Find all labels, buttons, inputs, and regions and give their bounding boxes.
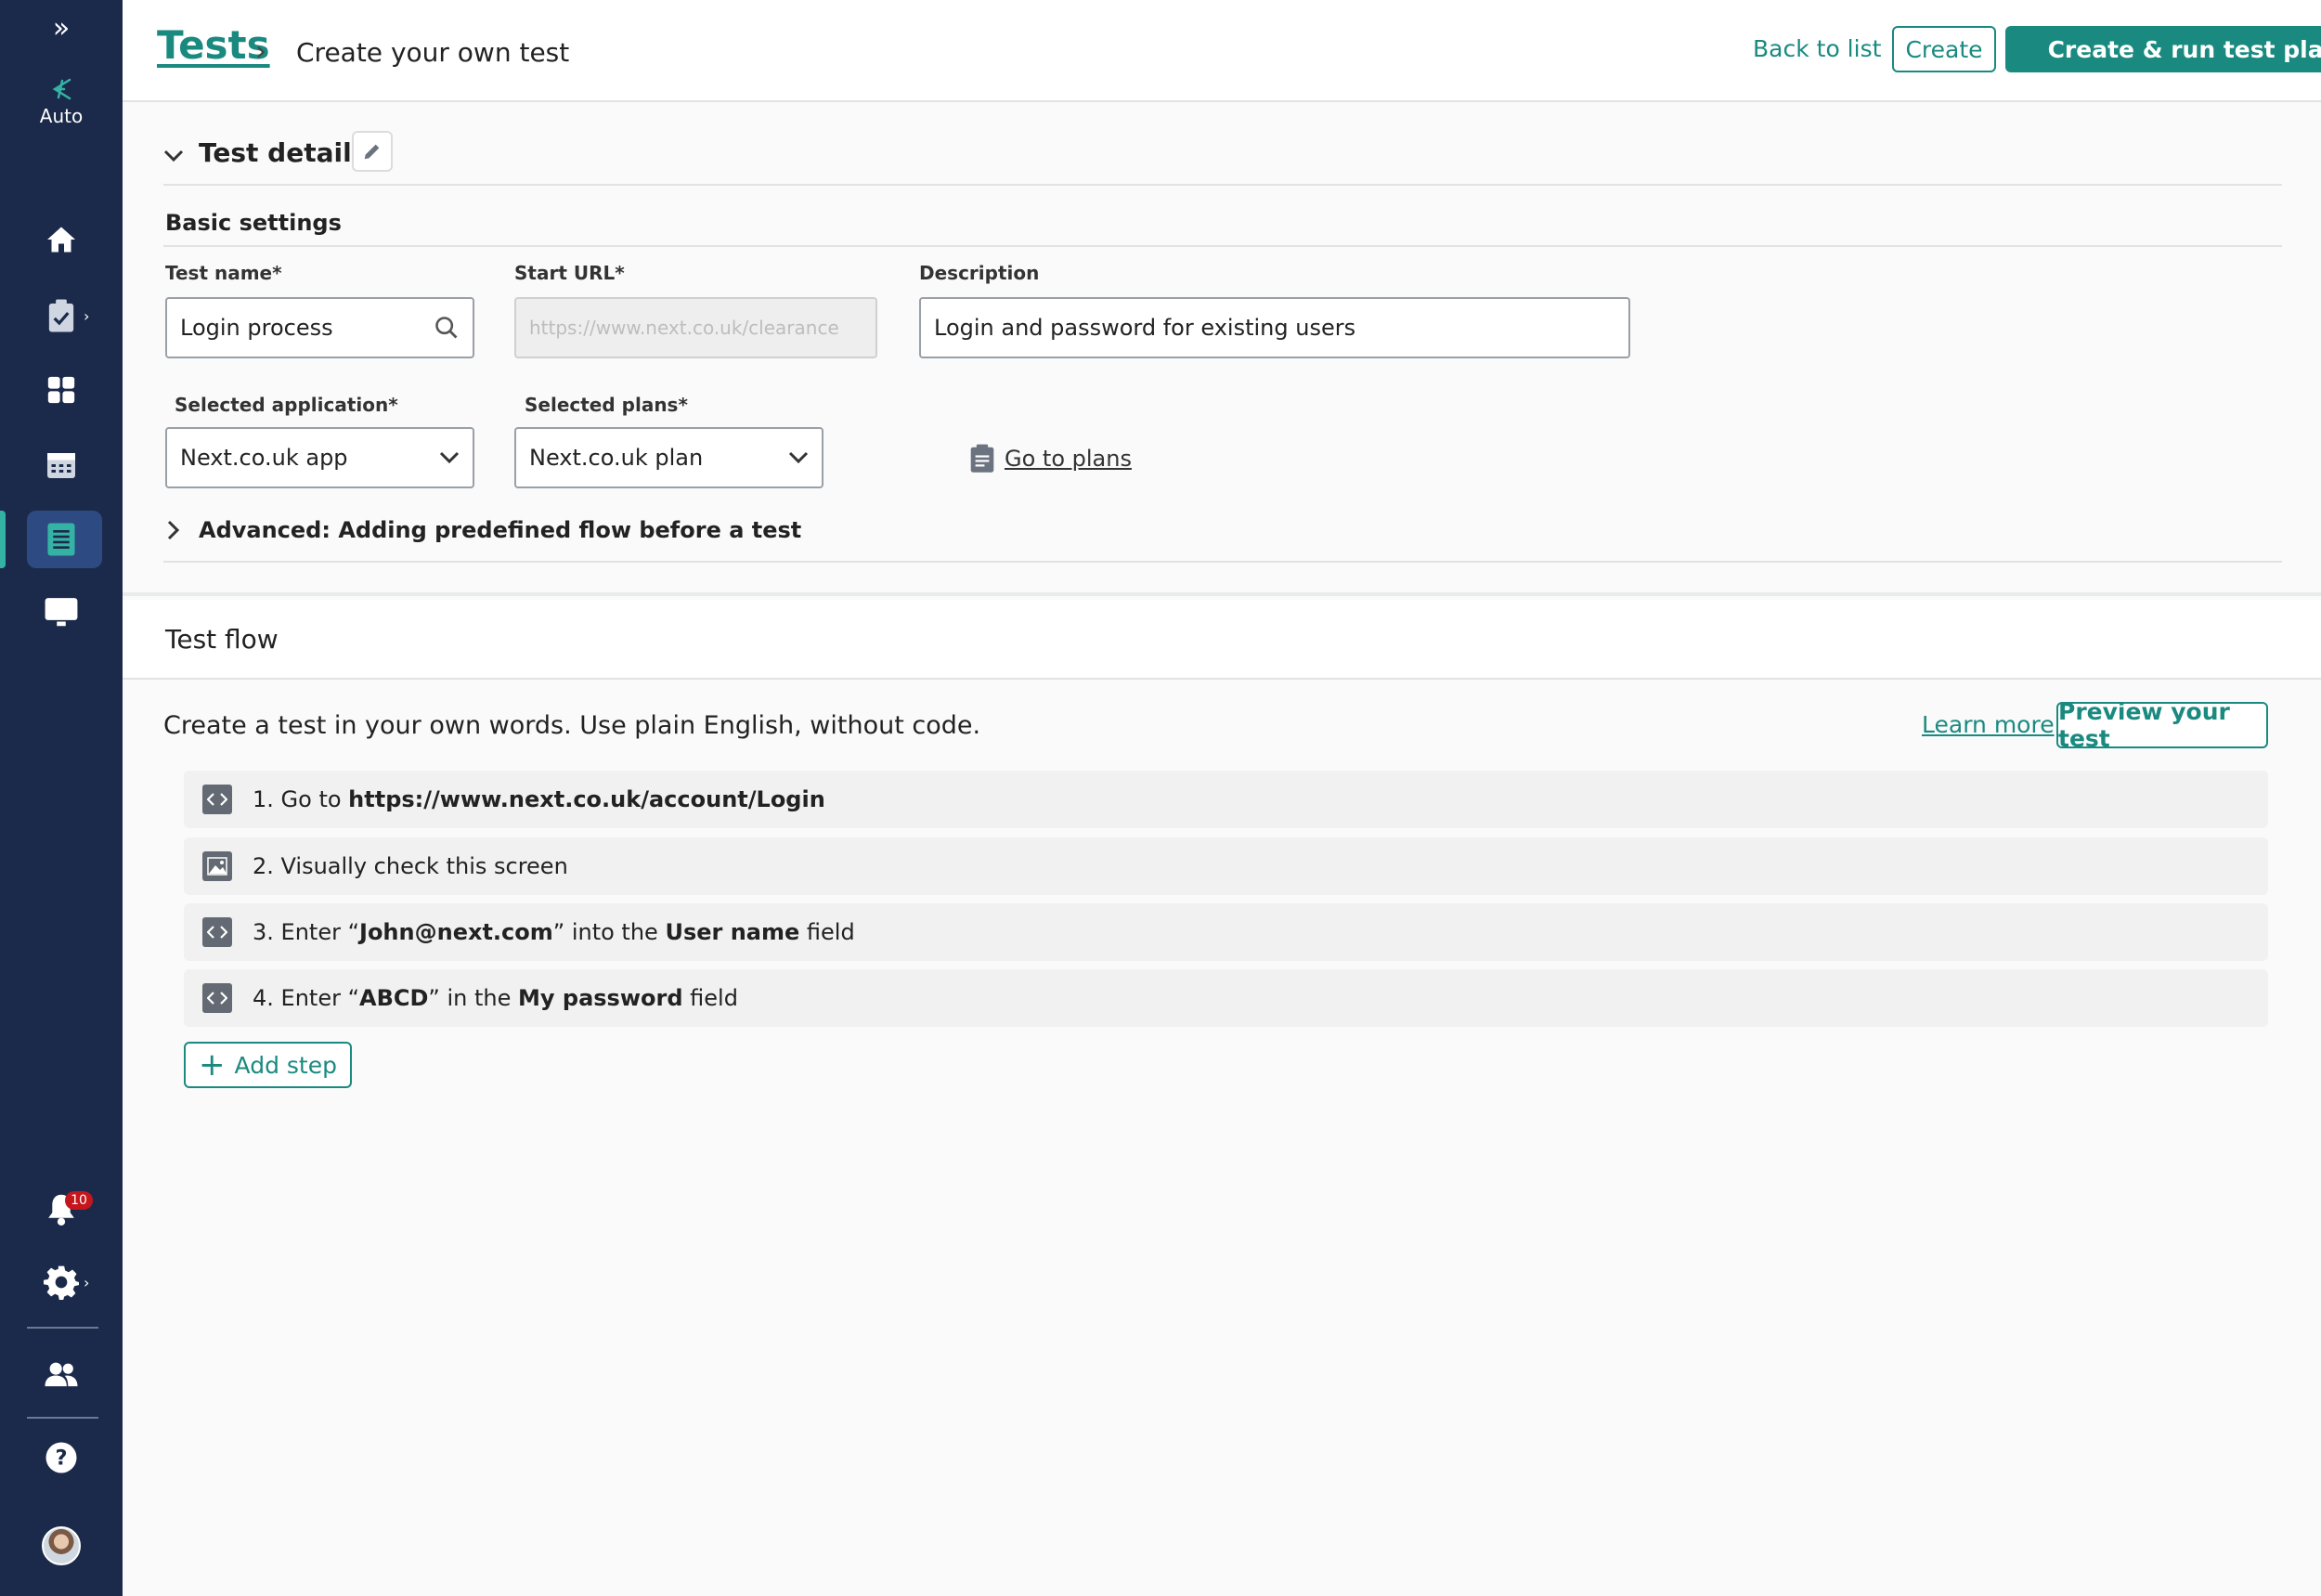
test-details-panel: Test details: Basic settings Test name* …: [123, 102, 2321, 596]
plus-icon: +: [199, 1046, 226, 1083]
sidebar-item-notifications[interactable]: [0, 1181, 123, 1237]
breadcrumb-tests-link[interactable]: Tests: [157, 22, 270, 68]
users-icon: [45, 1362, 78, 1387]
help-icon: ?: [45, 1442, 77, 1473]
search-icon: [435, 317, 458, 339]
selected-application-select[interactable]: Next.co.uk app: [165, 427, 474, 488]
test-name-input[interactable]: Login process: [165, 297, 474, 358]
chevron-right-icon: ›: [255, 35, 266, 68]
add-step-button[interactable]: + Add step: [184, 1042, 352, 1088]
learn-more-link[interactable]: Learn more: [1922, 711, 2055, 738]
sidebar: » Auto › 10 › ?: [0, 0, 123, 1596]
divider: [163, 561, 2282, 563]
test-details-title: Test details:: [199, 137, 378, 168]
grid-icon: [47, 376, 75, 404]
selected-plans-select[interactable]: Next.co.uk plan: [514, 427, 823, 488]
svg-text:?: ?: [55, 1447, 67, 1471]
test-name-value: Login process: [180, 315, 333, 341]
chevron-down-icon: [439, 451, 460, 464]
selected-application-label: Selected application*: [175, 394, 398, 416]
start-url-input[interactable]: https://www.next.co.uk/clearance: [514, 297, 877, 358]
test-flow-intro: Create a test in your own words. Use pla…: [163, 711, 981, 740]
basic-settings-heading: Basic settings: [165, 210, 342, 236]
gear-icon: [44, 1265, 79, 1300]
sidebar-divider: [27, 1417, 98, 1419]
logo-label: Auto: [39, 105, 84, 127]
selected-application-value: Next.co.uk app: [180, 445, 348, 471]
start-url-label: Start URL*: [514, 262, 625, 284]
start-url-placeholder: https://www.next.co.uk/clearance: [529, 317, 839, 339]
test-step[interactable]: 3. Enter “John@next.com” into the User n…: [184, 903, 2268, 961]
go-to-plans-link[interactable]: Go to plans: [969, 444, 1132, 474]
double-chevron-right-icon: »: [52, 11, 71, 45]
sidebar-divider: [27, 1327, 98, 1329]
sidebar-item-help[interactable]: ?: [0, 1430, 123, 1486]
app-logo[interactable]: Auto: [0, 65, 123, 139]
create-button[interactable]: Create: [1892, 26, 1996, 72]
chevron-down-icon: [163, 149, 184, 162]
notification-badge: 10: [65, 1191, 93, 1210]
advanced-label: Advanced: Adding predefined flow before …: [199, 517, 802, 543]
advanced-toggle[interactable]: Advanced: Adding predefined flow before …: [167, 517, 801, 543]
chevron-right-icon: ›: [84, 306, 90, 325]
sidebar-item-dashboard[interactable]: [0, 362, 123, 418]
sidebar-item-calendar[interactable]: [0, 436, 123, 492]
logo-icon: [52, 78, 71, 100]
sidebar-item-settings[interactable]: ›: [0, 1254, 123, 1310]
clipboard-check-icon: [48, 299, 74, 332]
description-value: Login and password for existing users: [934, 315, 1356, 341]
chevron-right-icon: [167, 520, 180, 540]
add-step-label: Add step: [234, 1051, 337, 1079]
sidebar-item-clipboard[interactable]: ›: [0, 288, 123, 344]
test-step-text: 1. Go to https://www.next.co.uk/account/…: [253, 786, 825, 812]
list-document-icon: [47, 523, 75, 556]
avatar[interactable]: [42, 1526, 81, 1565]
page-header: Tests › Create your own test Back to lis…: [123, 0, 2321, 102]
code-icon: [202, 983, 232, 1013]
test-step[interactable]: 1. Go to https://www.next.co.uk/account/…: [184, 771, 2268, 828]
edit-details-button[interactable]: [352, 131, 393, 172]
create-run-test-plan-button[interactable]: Create & run test plan: [2005, 26, 2321, 72]
expand-sidebar-button[interactable]: »: [0, 11, 123, 45]
sidebar-item-monitor[interactable]: [0, 585, 123, 641]
test-step[interactable]: 2. Visually check this screen: [184, 837, 2268, 895]
back-to-list-button[interactable]: Back to list: [1753, 35, 1881, 62]
test-name-label: Test name*: [165, 262, 282, 284]
description-label: Description: [919, 262, 1040, 284]
chevron-right-icon: ›: [84, 1273, 90, 1291]
preview-test-button[interactable]: Preview your test: [2056, 698, 2268, 752]
image-icon: [202, 851, 232, 881]
selected-plans-label: Selected plans*: [525, 394, 688, 416]
test-step-text: 2. Visually check this screen: [253, 853, 568, 879]
monitor-icon: [45, 598, 78, 627]
code-icon: [202, 785, 232, 814]
test-step-text: 4. Enter “ABCD” in the My password field: [253, 985, 738, 1011]
pencil-icon: [364, 144, 380, 160]
sidebar-item-home[interactable]: [0, 212, 123, 267]
sidebar-item-users[interactable]: [0, 1346, 123, 1402]
selected-plans-value: Next.co.uk plan: [529, 445, 704, 471]
home-icon: [47, 227, 75, 253]
code-icon: [202, 917, 232, 947]
calendar-icon: [47, 453, 75, 478]
collapse-details-button[interactable]: [163, 141, 184, 169]
clipboard-icon: [970, 444, 994, 473]
test-step-text: 3. Enter “John@next.com” into the User n…: [253, 919, 855, 945]
breadcrumb-current: Create your own test: [296, 37, 570, 68]
divider: [163, 184, 2282, 186]
test-flow-title: Test flow: [165, 624, 279, 655]
test-step[interactable]: 4. Enter “ABCD” in the My password field: [184, 969, 2268, 1027]
go-to-plans-label: Go to plans: [1005, 446, 1132, 472]
chevron-down-icon: [788, 451, 809, 464]
test-flow-header: Test flow: [123, 600, 2321, 680]
description-input[interactable]: Login and password for existing users: [919, 297, 1630, 358]
divider: [163, 245, 2282, 247]
sidebar-item-tests[interactable]: [0, 512, 123, 567]
